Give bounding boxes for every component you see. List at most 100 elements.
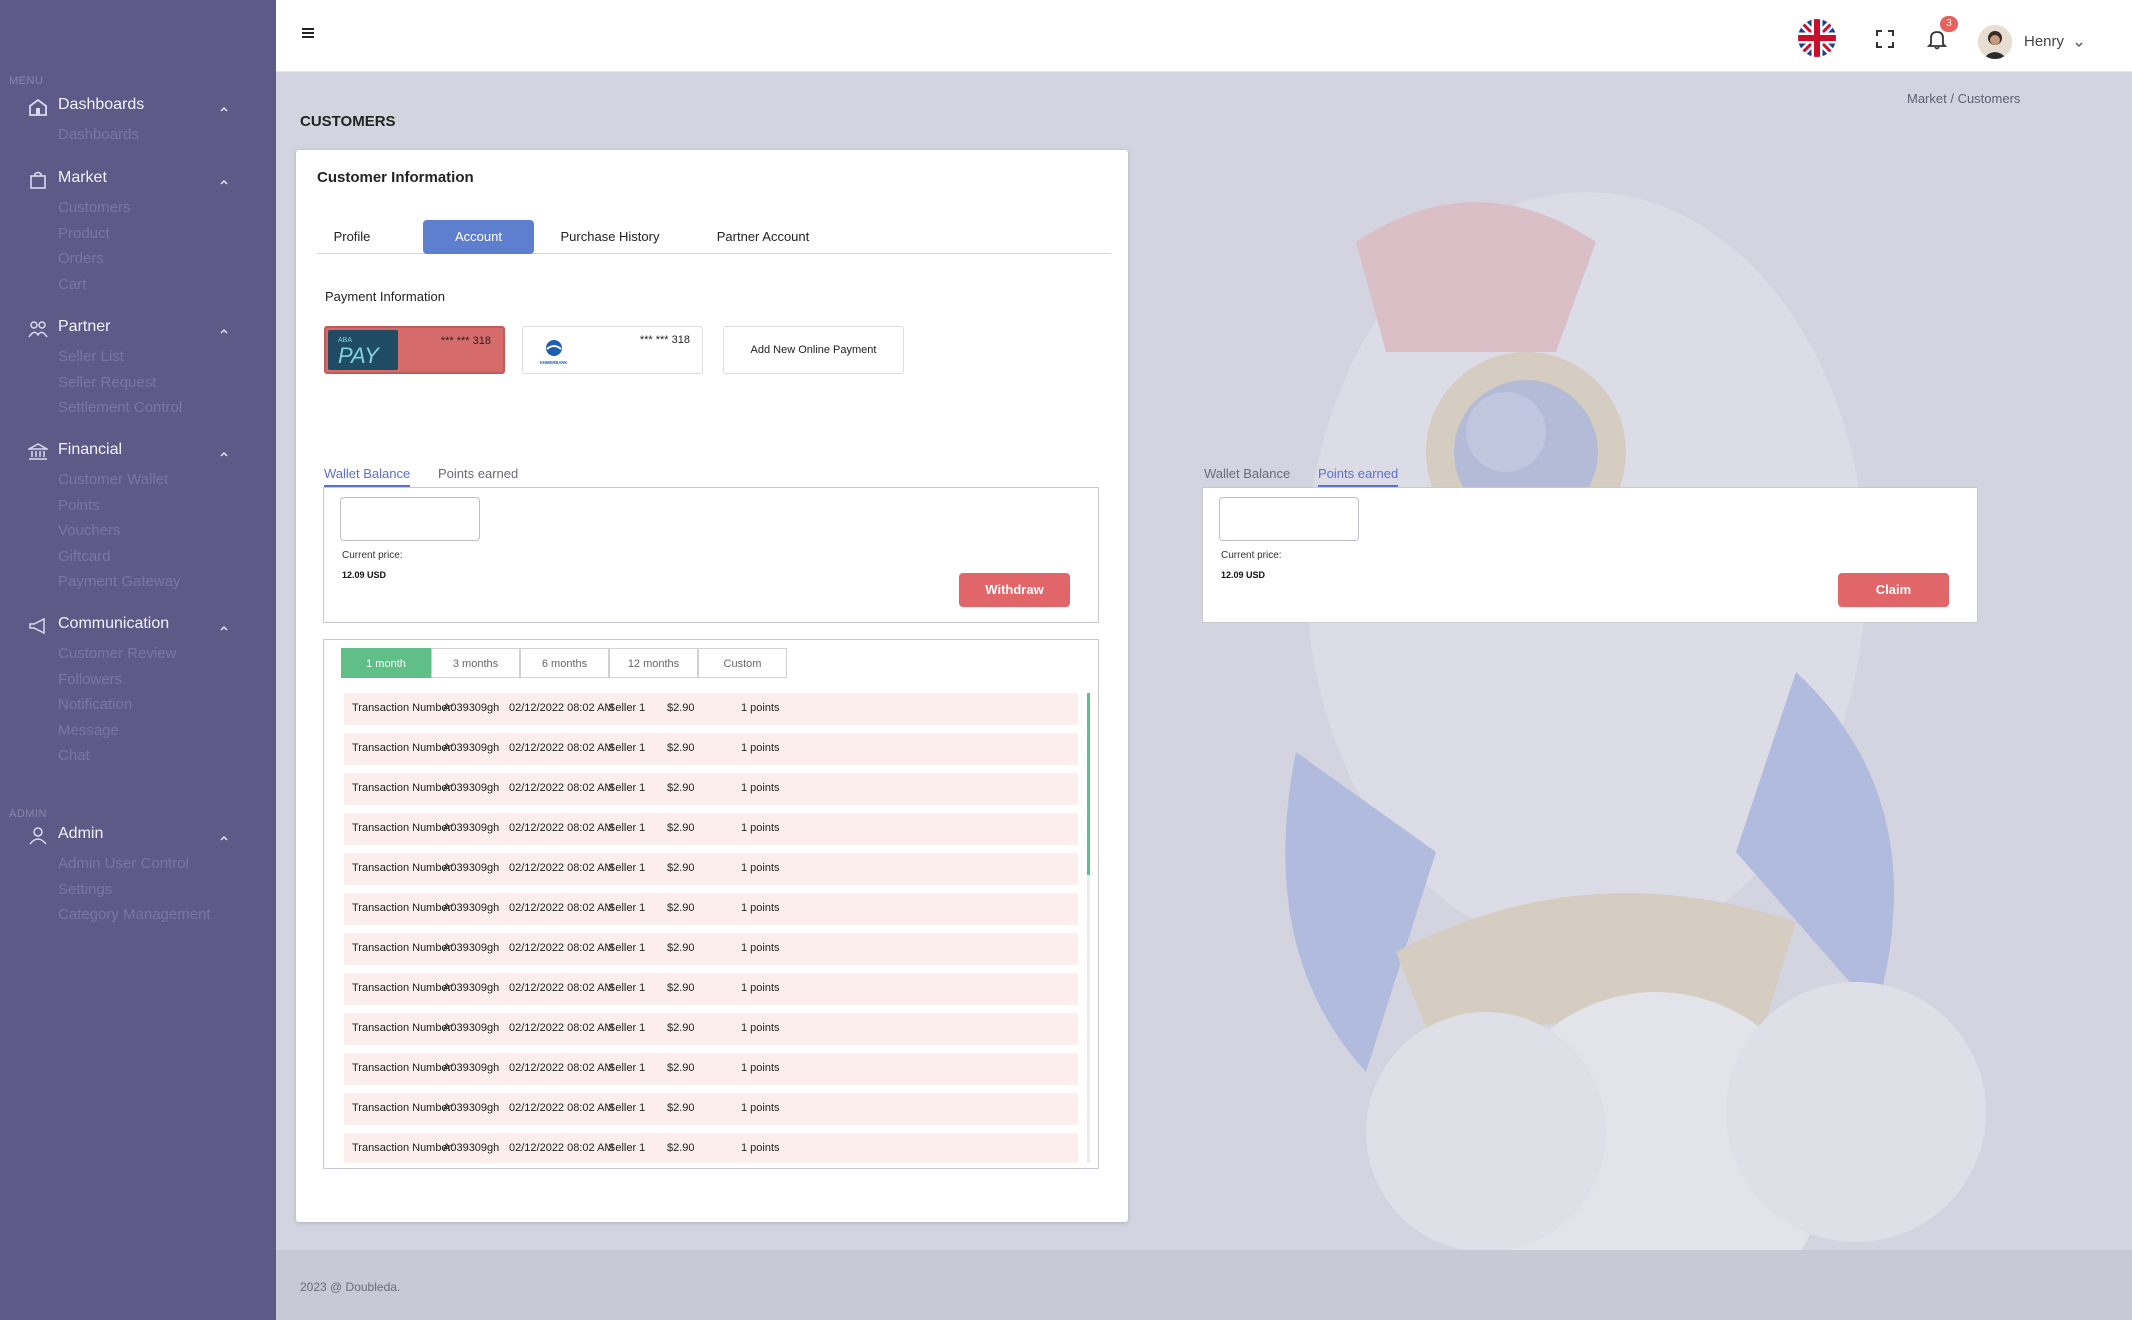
tx-id: A039309gh	[443, 822, 500, 834]
tab-wallet-balance[interactable]: Wallet Balance	[1204, 466, 1290, 485]
period-custom[interactable]: Custom	[698, 648, 787, 678]
add-new-payment-button[interactable]: Add New Online Payment	[723, 326, 904, 374]
sidebar-item-dashboards[interactable]: Dashboards	[0, 122, 276, 148]
transaction-row[interactable]: Transaction Number: A039309gh 02/12/2022 0…	[344, 813, 1078, 845]
period-1-month[interactable]: 1 month	[341, 648, 431, 678]
tx-label: Transaction Number:	[352, 702, 455, 714]
hamburger-icon[interactable]	[301, 26, 315, 40]
tx-date: 02/12/2022 08:02 AM	[509, 1142, 614, 1154]
sidebar-item-customer-review[interactable]: Customer Review	[0, 641, 276, 667]
period-6-months[interactable]: 6 months	[520, 648, 609, 678]
tab-partner-account[interactable]: Partner Account	[698, 220, 828, 254]
bank-card[interactable]: KHMERBANK *** *** 318	[522, 326, 703, 374]
menu-head-dashboards[interactable]: Dashboards	[0, 92, 276, 122]
tx-id: A039309gh	[443, 782, 500, 794]
wallet-amount-input[interactable]	[340, 497, 480, 541]
transaction-row[interactable]: Transaction Number: A039309gh 02/12/2022 0…	[344, 893, 1078, 925]
menu-head-label: Admin	[58, 825, 104, 842]
points-amount-input[interactable]	[1219, 497, 1359, 541]
menu-head-communication[interactable]: Communication	[0, 611, 276, 641]
sidebar-item-customer-wallet[interactable]: Customer Wallet	[0, 467, 276, 493]
transaction-row[interactable]: Transaction Number: A039309gh 02/12/2022 0…	[344, 773, 1078, 805]
chevron-up-icon	[219, 174, 229, 185]
tx-seller: Seller 1	[608, 742, 646, 754]
sidebar-item-settings[interactable]: Settings	[0, 877, 276, 903]
tx-label: Transaction Number:	[352, 1142, 455, 1154]
menu-group-market: Market Customers Product Orders Cart	[0, 165, 276, 297]
sidebar-item-message[interactable]: Message	[0, 718, 276, 744]
transaction-row[interactable]: Transaction Number: A039309gh 02/12/2022 0…	[344, 1133, 1078, 1163]
tx-date: 02/12/2022 08:02 AM	[509, 1062, 614, 1074]
uk-flag-icon[interactable]	[1798, 19, 1836, 57]
tx-date: 02/12/2022 08:02 AM	[509, 862, 614, 874]
scrollbar-thumb[interactable]	[1087, 693, 1090, 875]
tx-id: A039309gh	[443, 862, 500, 874]
tx-points: 1 points	[741, 902, 780, 914]
sidebar-item-seller-list[interactable]: Seller List	[0, 344, 276, 370]
tx-label: Transaction Number:	[352, 1022, 455, 1034]
bank-logo-text: KHMERBANK	[540, 360, 567, 365]
user-menu[interactable]: Henry	[1978, 25, 2118, 59]
sidebar-item-customers[interactable]: Customers	[0, 195, 276, 221]
tx-seller: Seller 1	[608, 982, 646, 994]
tx-amount: $2.90	[667, 982, 695, 994]
wallet-balance-box: Current price: 12.09 USD Withdraw	[323, 487, 1099, 623]
sidebar-item-settlement-control[interactable]: Settlement Control	[0, 395, 276, 421]
sidebar-item-product[interactable]: Product	[0, 221, 276, 247]
sidebar-item-followers[interactable]: Followers	[0, 667, 276, 693]
tx-label: Transaction Number:	[352, 862, 455, 874]
fullscreen-icon[interactable]	[1875, 29, 1895, 49]
tab-points-earned[interactable]: Points earned	[1318, 466, 1399, 487]
topbar: 3 Henry	[276, 0, 2132, 72]
sidebar-item-notification[interactable]: Notification	[0, 692, 276, 718]
sidebar-item-chat[interactable]: Chat	[0, 743, 276, 769]
tx-points: 1 points	[741, 1142, 780, 1154]
transaction-scrollbar[interactable]	[1087, 693, 1090, 1163]
tx-seller: Seller 1	[608, 702, 646, 714]
menu-head-market[interactable]: Market	[0, 165, 276, 195]
bank-icon	[26, 443, 50, 461]
aba-pay-card[interactable]: ABA PAY *** *** 318	[324, 326, 505, 374]
transaction-row[interactable]: Transaction Number: A039309gh 02/12/2022 0…	[344, 853, 1078, 885]
sidebar-item-orders[interactable]: Orders	[0, 246, 276, 272]
transaction-row[interactable]: Transaction Number: A039309gh 02/12/2022 0…	[344, 1093, 1078, 1125]
transaction-row[interactable]: Transaction Number: A039309gh 02/12/2022 0…	[344, 973, 1078, 1005]
tx-amount: $2.90	[667, 942, 695, 954]
sidebar-item-giftcard[interactable]: Giftcard	[0, 544, 276, 570]
tab-account[interactable]: Account	[423, 220, 534, 254]
sidebar-item-admin-user-control[interactable]: Admin User Control	[0, 851, 276, 877]
sidebar-item-category-management[interactable]: Category Management	[0, 902, 276, 928]
current-price-label: Current price:	[1221, 550, 1282, 561]
menu-head-admin[interactable]: Admin	[0, 821, 276, 851]
tx-date: 02/12/2022 08:02 AM	[509, 742, 614, 754]
sidebar-item-cart[interactable]: Cart	[0, 272, 276, 298]
sidebar-item-seller-request[interactable]: Seller Request	[0, 370, 276, 396]
transaction-row[interactable]: Transaction Number: A039309gh 02/12/2022 0…	[344, 1013, 1078, 1045]
sidebar-item-vouchers[interactable]: Vouchers	[0, 518, 276, 544]
period-3-months[interactable]: 3 months	[431, 648, 520, 678]
aba-logo-main: PAY	[338, 343, 380, 368]
transaction-row[interactable]: Transaction Number: A039309gh 02/12/2022 0…	[344, 1053, 1078, 1085]
chevron-up-icon	[219, 101, 229, 112]
sidebar-item-points[interactable]: Points	[0, 493, 276, 519]
period-12-months[interactable]: 12 months	[609, 648, 698, 678]
claim-button[interactable]: Claim	[1838, 573, 1949, 607]
tab-purchase-history[interactable]: Purchase History	[545, 220, 675, 254]
sidebar-item-payment-gateway[interactable]: Payment Gateway	[0, 569, 276, 595]
menu-head-partner[interactable]: Partner	[0, 314, 276, 344]
chevron-up-icon	[219, 620, 229, 631]
withdraw-button[interactable]: Withdraw	[959, 573, 1070, 607]
tx-seller: Seller 1	[608, 862, 646, 874]
transaction-row[interactable]: Transaction Number: A039309gh 02/12/2022 0…	[344, 933, 1078, 965]
tab-profile[interactable]: Profile	[317, 220, 387, 254]
transaction-row[interactable]: Transaction Number: A039309gh 02/12/2022 0…	[344, 733, 1078, 765]
transaction-row[interactable]: Transaction Number: A039309gh 02/12/2022 0…	[344, 693, 1078, 725]
tab-wallet-balance[interactable]: Wallet Balance	[324, 466, 411, 487]
tab-points-earned[interactable]: Points earned	[438, 466, 518, 485]
card-title: Customer Information	[317, 169, 474, 186]
menu-group-partner: Partner Seller List Seller Request Settl…	[0, 314, 276, 421]
aba-pay-logo: ABA PAY	[328, 330, 398, 370]
customer-info-card: Customer Information Profile Account Pur…	[296, 150, 1128, 1222]
menu-group-communication: Communication Customer Review Followers …	[0, 611, 276, 769]
menu-head-financial[interactable]: Financial	[0, 437, 276, 467]
